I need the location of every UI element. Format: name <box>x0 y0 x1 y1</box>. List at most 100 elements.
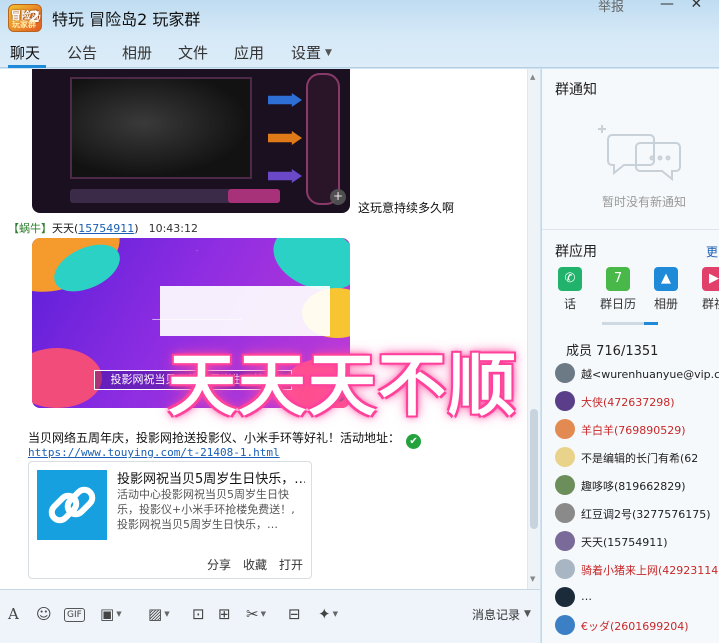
tab-chat[interactable]: 聊天 <box>10 42 40 63</box>
member-row[interactable]: 大侠(472637298) <box>555 391 719 413</box>
app-album[interactable]: ▲ 相册 <box>644 267 688 312</box>
avatar[interactable] <box>555 475 575 495</box>
message-content: 当贝网络五周年庆，投影网抢送投影仪、小米手环等好礼！活动地址： <box>28 431 401 445</box>
sender-uid[interactable]: 15754911 <box>78 222 134 235</box>
member-row[interactable]: 骑着小猪来上网(42923114 <box>555 559 719 581</box>
member-name: €ッダ(2601699204) <box>581 620 689 633</box>
report-button[interactable]: 举报 <box>598 0 624 15</box>
scroll-thumb[interactable] <box>530 409 538 529</box>
tab-apps[interactable]: 应用 <box>234 42 264 63</box>
chat-history[interactable]: + 这玩意持续多久啊 【蜗牛】天天(15754911) 10:43:12 投影网祝… <box>0 69 540 589</box>
member-name: 趣哆哆(819662829) <box>581 480 686 493</box>
link-preview-actions: 分享 收藏 打开 <box>195 556 303 573</box>
game-screenshot-image[interactable]: + <box>32 69 350 213</box>
video-icon: ▶ <box>702 267 719 291</box>
link-preview-title: 投影网祝当贝5周岁生日快乐，… <box>117 472 305 487</box>
app-label: 群视 <box>701 297 719 311</box>
member-name: 天天(15754911) <box>581 536 668 549</box>
photo-icon: ▲ <box>654 267 678 291</box>
avatar[interactable] <box>555 615 575 635</box>
avatar[interactable] <box>555 503 575 523</box>
apps-more-link[interactable]: 更 <box>706 243 718 260</box>
member-row[interactable]: 羊白羊(769890529) <box>555 419 719 441</box>
link-preview-description: 活动中心投影网祝当贝5周岁生日快乐，投影仪+小米手环抢楼免费送！,投影网祝当贝5… <box>117 488 295 531</box>
notice-empty-text: 暂时没有新通知 <box>602 195 687 209</box>
image-icon[interactable]: ▨ ▼ <box>148 604 170 624</box>
scissors-icon[interactable]: ✂ ▼ <box>246 604 266 624</box>
apps-heading: 群应用 <box>555 244 597 260</box>
open-button[interactable]: 打开 <box>279 558 303 572</box>
phone-icon: ✆ <box>558 267 582 291</box>
chevron-down-icon: ▼ <box>325 48 332 58</box>
app-label: 群日历 <box>599 297 636 311</box>
link-thumbnail <box>37 470 107 540</box>
stage-arrow-3 <box>268 93 302 107</box>
member-row[interactable]: 趣哆哆(819662829) <box>555 475 719 497</box>
tab-files[interactable]: 文件 <box>178 42 208 63</box>
chat-scrollbar[interactable]: ▲ ▼ <box>527 69 540 589</box>
avatar[interactable] <box>555 419 575 439</box>
apps-pager-indicator[interactable] <box>644 322 658 325</box>
promo-blob <box>32 348 102 408</box>
app-calendar[interactable]: 7 群日历 <box>596 267 640 312</box>
tab-announcement[interactable]: 公告 <box>67 42 97 63</box>
member-row[interactable]: 天天(15754911) <box>555 531 719 553</box>
group-avatar[interactable]: 冒险岛 2 玩家群 <box>8 4 42 32</box>
avatar[interactable] <box>555 531 575 551</box>
input-toolbar: A ☺ GIF ▣ ▼ ▨ ▼ ⊡ ⊞ ✂ ▼ ⊟ ✦ ▼ 消息记录 ▼ <box>0 589 540 643</box>
message-history-button[interactable]: 消息记录 ▼ <box>472 606 531 623</box>
member-row[interactable]: 不是编辑的长门有希(62 <box>555 447 719 469</box>
scroll-down-icon[interactable]: ▼ <box>530 575 535 583</box>
divider <box>542 229 719 230</box>
link-icon <box>48 486 96 524</box>
chevron-down-icon: ▼ <box>524 609 531 619</box>
tab-settings-label: 设置 <box>291 44 322 62</box>
member-name: 大侠(472637298) <box>581 396 675 409</box>
shake-icon[interactable]: ⊡ <box>192 604 205 624</box>
close-icon[interactable]: ✕ <box>690 0 702 12</box>
app-video[interactable]: ▶ 群视 <box>692 267 719 312</box>
scroll-up-icon[interactable]: ▲ <box>530 73 535 81</box>
avatar[interactable] <box>555 391 575 411</box>
zoom-plus-icon[interactable]: + <box>330 189 346 205</box>
overlay-caption: 天天天不顺 <box>168 347 519 426</box>
sender-name[interactable]: 天天 <box>52 222 74 235</box>
gif-icon[interactable]: GIF <box>64 608 85 622</box>
message-link[interactable]: https://www.touying.com/t-21408-1.html <box>28 446 280 459</box>
game-screen-area <box>70 77 252 179</box>
group-avatar-subtext: 玩家群 <box>12 20 36 29</box>
member-name: 羊白羊(769890529) <box>581 424 686 437</box>
member-name: 红豆调2号(3277576175) <box>581 508 711 521</box>
member-name: 越<wurenhuanyue@vip.c <box>581 368 719 381</box>
font-icon[interactable]: A <box>8 604 19 624</box>
present-icon[interactable]: ⊞ <box>218 604 231 624</box>
notice-heading: 群通知 <box>555 82 597 98</box>
app-label: 相册 <box>653 297 678 311</box>
avatar[interactable] <box>555 363 575 383</box>
red-packet-icon[interactable]: ⊟ <box>288 604 301 624</box>
stage-arrow-2 <box>268 131 302 145</box>
game-input-button <box>228 189 280 203</box>
message-sender: 【蜗牛】天天(15754911) 10:43:12 <box>8 222 198 235</box>
group-side-panel: 群通知 暂时没有新通知 群应用 更 ✆ 话 7 群日历 ▲ 相册 ▶ 群视 成员… <box>541 69 719 643</box>
avatar[interactable] <box>555 587 575 607</box>
more-icon[interactable]: ✦ ▼ <box>318 604 338 624</box>
share-button[interactable]: 分享 <box>207 558 231 572</box>
avatar[interactable] <box>555 559 575 579</box>
app-phone[interactable]: ✆ 话 <box>548 267 592 312</box>
emoji-icon[interactable]: ☺ <box>36 604 52 624</box>
member-row[interactable]: 红豆调2号(3277576175) <box>555 503 719 525</box>
favorite-button[interactable]: 收藏 <box>243 558 267 572</box>
member-row[interactable]: … <box>555 587 719 609</box>
gift-box-icon[interactable]: ▣ ▼ <box>100 604 122 624</box>
member-name: 骑着小猪来上网(42923114 <box>581 564 719 577</box>
tab-album[interactable]: 相册 <box>122 42 152 63</box>
member-row[interactable]: €ッダ(2601699204) <box>555 615 719 637</box>
minimize-icon[interactable]: — <box>660 0 674 12</box>
empty-notice-icon <box>598 125 681 182</box>
member-row[interactable]: 越<wurenhuanyue@vip.c <box>555 363 719 385</box>
avatar[interactable] <box>555 447 575 467</box>
link-preview-card[interactable]: 投影网祝当贝5周岁生日快乐，… 活动中心投影网祝当贝5周岁生日快乐，投影仪+小米… <box>28 461 312 579</box>
tab-settings[interactable]: 设置 ▼ <box>291 42 332 63</box>
member-name: 不是编辑的长门有希(62 <box>581 452 699 465</box>
